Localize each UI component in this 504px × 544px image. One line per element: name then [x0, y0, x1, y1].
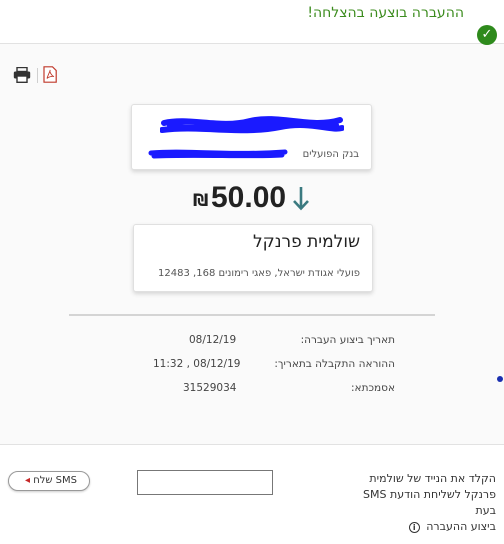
reference-value: 31529034	[183, 382, 237, 394]
sms-line-2: פרנקל לשליחת הודעת SMS בעת	[363, 488, 496, 517]
sms-line-1: הקלד את הנייד של שולמית	[369, 472, 496, 485]
currency-symbol: ₪	[193, 191, 209, 211]
account-card: בנק הפועלים	[131, 104, 372, 170]
sms-line-3: ביצוע ההעברה	[426, 520, 496, 533]
received-date-label: ההוראה התקבלה בתאריך:	[274, 358, 395, 370]
payee-name: שולמית פרנקל	[252, 232, 360, 252]
sms-section: הקלד את הנייד של שולמית פרנקל לשליחת הוד…	[0, 444, 504, 544]
payee-card: שולמית פרנקל פועלי אגודת ישראל, פאגי רימ…	[133, 224, 373, 292]
send-sms-button[interactable]: ◂ שלח SMS	[8, 471, 90, 491]
transfer-date-label: תאריך ביצוע העברה:	[300, 334, 395, 346]
divider	[69, 314, 435, 316]
redaction-scribble	[148, 149, 288, 159]
phone-input[interactable]	[137, 470, 273, 495]
scroll-indicator	[497, 376, 503, 382]
arrow-left-icon: ◂	[24, 475, 30, 486]
sms-instructions: הקלד את הנייד של שולמית פרנקל לשליחת הוד…	[356, 471, 496, 535]
print-icon[interactable]	[13, 67, 31, 83]
pdf-icon[interactable]	[43, 66, 57, 83]
toolbar-divider	[37, 68, 38, 83]
send-sms-label: שלח SMS	[33, 475, 78, 486]
payee-address: פועלי אגודת ישראל, פאגי רימונים 168, 124…	[158, 268, 360, 279]
success-banner: ההעברה בוצעה בהצלחה! ✓	[0, 0, 504, 45]
received-date-value: 08/12/19 , 11:32	[153, 358, 241, 370]
info-icon[interactable]: i	[408, 521, 420, 533]
arrow-down-icon	[293, 187, 309, 211]
success-message: ההעברה בוצעה בהצלחה!	[307, 5, 464, 21]
sms-line-3-row: ביצוע ההעברה i	[356, 519, 496, 535]
amount-value: 50.00	[211, 181, 287, 214]
transfer-amount: ₪ 50.00	[193, 181, 323, 217]
check-icon: ✓	[477, 25, 497, 45]
bank-name: בנק הפועלים	[302, 149, 359, 160]
transfer-date-value: 08/12/19	[189, 334, 237, 346]
redaction-scribble	[160, 116, 344, 134]
reference-label: אסמכתא:	[351, 382, 395, 394]
